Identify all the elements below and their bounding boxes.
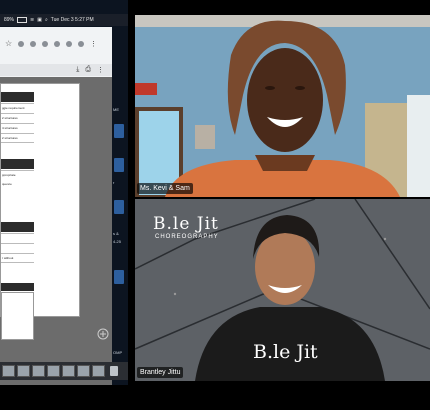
table-cell (1, 233, 34, 243)
menubar-datetime: Tue Dec 3 5:27 PM (50, 17, 94, 23)
cell-text: ppropriate (2, 173, 16, 177)
table-header-bar (1, 222, 34, 232)
folder-icon (114, 200, 124, 214)
table-block (1, 292, 34, 340)
folder-icon (114, 270, 124, 284)
side-label: r (113, 180, 115, 185)
brand-logo: B.le Jit CHOREOGRAPHY (153, 214, 219, 240)
video-tile-participant-1[interactable]: Ms. Kevi & Sam (135, 15, 430, 197)
extension-icon[interactable] (54, 41, 61, 47)
table-header-bar (1, 92, 34, 102)
dock-thumbnail[interactable] (47, 365, 60, 377)
table-cell (1, 243, 34, 253)
side-label: ME (113, 107, 119, 112)
table-cell: 4 structures (1, 123, 34, 133)
video-tile-participant-2[interactable]: B.le Jit CHOREOGRAPHY B.le Jit Brantley … (135, 199, 430, 381)
profile-avatar-icon[interactable] (78, 41, 85, 47)
watermark-icon (96, 327, 110, 341)
battery-icon (17, 17, 28, 23)
cell-text: quence (2, 182, 12, 186)
extension-icon[interactable] (30, 41, 37, 47)
dock-thumbnail[interactable] (92, 365, 105, 377)
table-cell: 2 structures (1, 113, 34, 123)
wifi-icon: ≋ (30, 17, 35, 23)
trash-icon[interactable] (110, 366, 118, 376)
table-header-bar (1, 159, 34, 169)
download-icon[interactable]: ⤓ (76, 66, 79, 74)
dock-thumbnail[interactable] (77, 365, 90, 377)
more-menu-icon[interactable]: ⋮ (97, 66, 104, 74)
side-label: s & (113, 231, 119, 236)
participant-name-label: Ms. Kevi & Sam (137, 183, 193, 194)
side-label: OMP (113, 350, 123, 355)
folder-icon (114, 124, 124, 138)
extension-icon[interactable] (42, 41, 49, 47)
table-cell: 2 structures (1, 133, 34, 143)
shirt-logo: B.le Jit (253, 341, 318, 363)
extension-icon[interactable] (18, 41, 25, 47)
dock-thumbnail[interactable] (32, 365, 45, 377)
pdf-page: ggie requirement 2 structures 4 structur… (0, 83, 80, 340)
table-cell: ppropriate quence (1, 170, 34, 198)
control-center-icon: ▣ (37, 17, 42, 23)
brand-logo-name: B.le Jit (153, 214, 219, 234)
mac-menubar: 89% ≋ ▣ ⌕ Tue Dec 3 5:27 PM (0, 14, 128, 26)
brand-logo-subtitle: CHOREOGRAPHY (155, 234, 219, 240)
pdf-toolbar: ⤓ ⎙ ⋮ (0, 64, 112, 76)
print-icon[interactable]: ⎙ (85, 66, 91, 74)
folder-icon (114, 158, 124, 172)
more-menu-icon[interactable]: ⋮ (90, 40, 97, 48)
participant-video (135, 15, 430, 197)
extension-icon[interactable] (66, 41, 73, 47)
dock-thumbnail[interactable] (62, 365, 75, 377)
dock (0, 362, 128, 380)
table-header-bar (1, 283, 34, 291)
browser-toolbar: ☆ ⋮ (0, 37, 112, 51)
browser-window: ☆ ⋮ ⤓ ⎙ ⋮ ggie requirement 2 structures … (0, 27, 112, 385)
screen-share-panel: 89% ≋ ▣ ⌕ Tue Dec 3 5:27 PM ☆ ⋮ ⤓ ⎙ ⋮ gg… (0, 0, 128, 385)
search-icon: ⌕ (44, 17, 48, 23)
dock-thumbnail[interactable] (17, 365, 30, 377)
side-label: 4-25 (113, 239, 122, 244)
background-window-edge: ME r s & 4-25 OMP (112, 100, 128, 360)
battery-level: 89% (4, 17, 15, 23)
dock-thumbnail[interactable] (2, 365, 15, 377)
table-cell: r without (1, 253, 34, 263)
bookmark-star-icon[interactable]: ☆ (5, 40, 12, 48)
table-cell: ggie requirement (1, 103, 34, 113)
participant-name-label: Brantley Jittu (137, 367, 184, 378)
